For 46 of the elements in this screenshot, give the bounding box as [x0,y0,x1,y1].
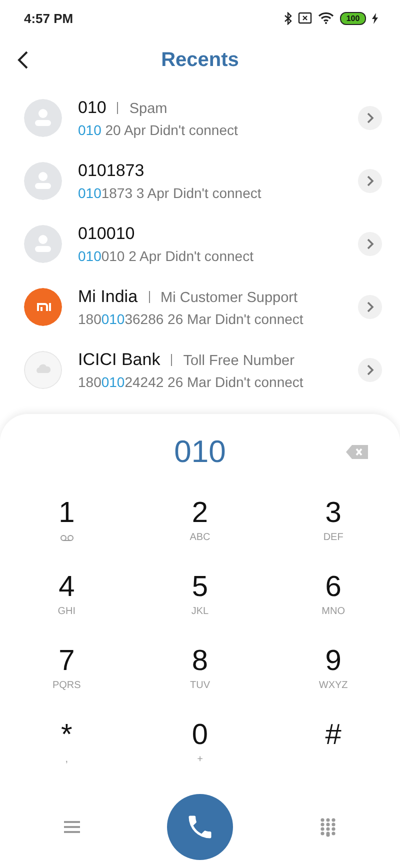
dial-key[interactable]: * , [0,714,134,788]
contact-label: Toll Free Number [183,352,294,368]
contact-name: 0101873 [78,160,144,180]
dial-key[interactable]: 5 JKL [133,566,267,640]
contact-label: Mi Customer Support [160,290,298,306]
chevron-icon[interactable] [358,168,382,192]
battery-level: 100 [340,12,366,24]
avatar-icon [24,98,62,136]
contact-label: Spam [129,100,168,116]
logo-icon [24,288,62,326]
dialpad-icon[interactable] [320,818,336,836]
wifi-icon [318,12,334,24]
call-detail: 0101873 3 Apr Didn't connect [78,184,262,200]
dial-key[interactable]: # [266,714,400,788]
menu-icon[interactable] [64,820,80,834]
contact-name: ICICI Bank [78,350,160,370]
chevron-icon[interactable] [358,358,382,382]
call-detail: 18001036286 26 Mar Didn't connect [78,310,304,326]
contact-name: 010010 [78,224,135,244]
dialed-number: 010 [174,434,226,470]
avatar-icon [24,350,62,388]
bluetooth-icon [284,12,292,24]
voicemail-icon [60,534,74,542]
contact-name: 010 [78,98,106,118]
chevron-icon[interactable] [358,294,382,318]
dial-key[interactable]: 3 DEF [266,492,400,566]
status-time: 4:57 PM [24,10,74,26]
chevron-icon[interactable] [358,232,382,256]
dial-key[interactable]: 4 GHI [0,566,134,640]
dial-key[interactable]: 8 TUV [133,640,267,714]
call-detail: 010010 2 Apr Didn't connect [78,248,254,264]
call-detail: 010 20 Apr Didn't connect [78,122,239,138]
charging-icon [372,12,378,24]
no-sim-icon [298,12,312,24]
chevron-icon[interactable] [358,106,382,130]
dial-key[interactable]: 9 WXYZ [266,640,400,714]
dial-key[interactable]: 6 MNO [266,566,400,640]
dial-key[interactable]: 1 [0,492,134,566]
dial-key[interactable]: 2 ABC [133,492,267,566]
call-detail: 18001024242 26 Mar Didn't connect [78,374,304,390]
page-title: Recents [161,48,239,72]
dial-key[interactable]: 0 + [133,714,267,788]
avatar-icon [24,162,62,200]
avatar-icon [24,224,62,262]
contact-name: Mi India [78,286,138,306]
dial-key[interactable]: 7 PQRS [0,640,134,714]
